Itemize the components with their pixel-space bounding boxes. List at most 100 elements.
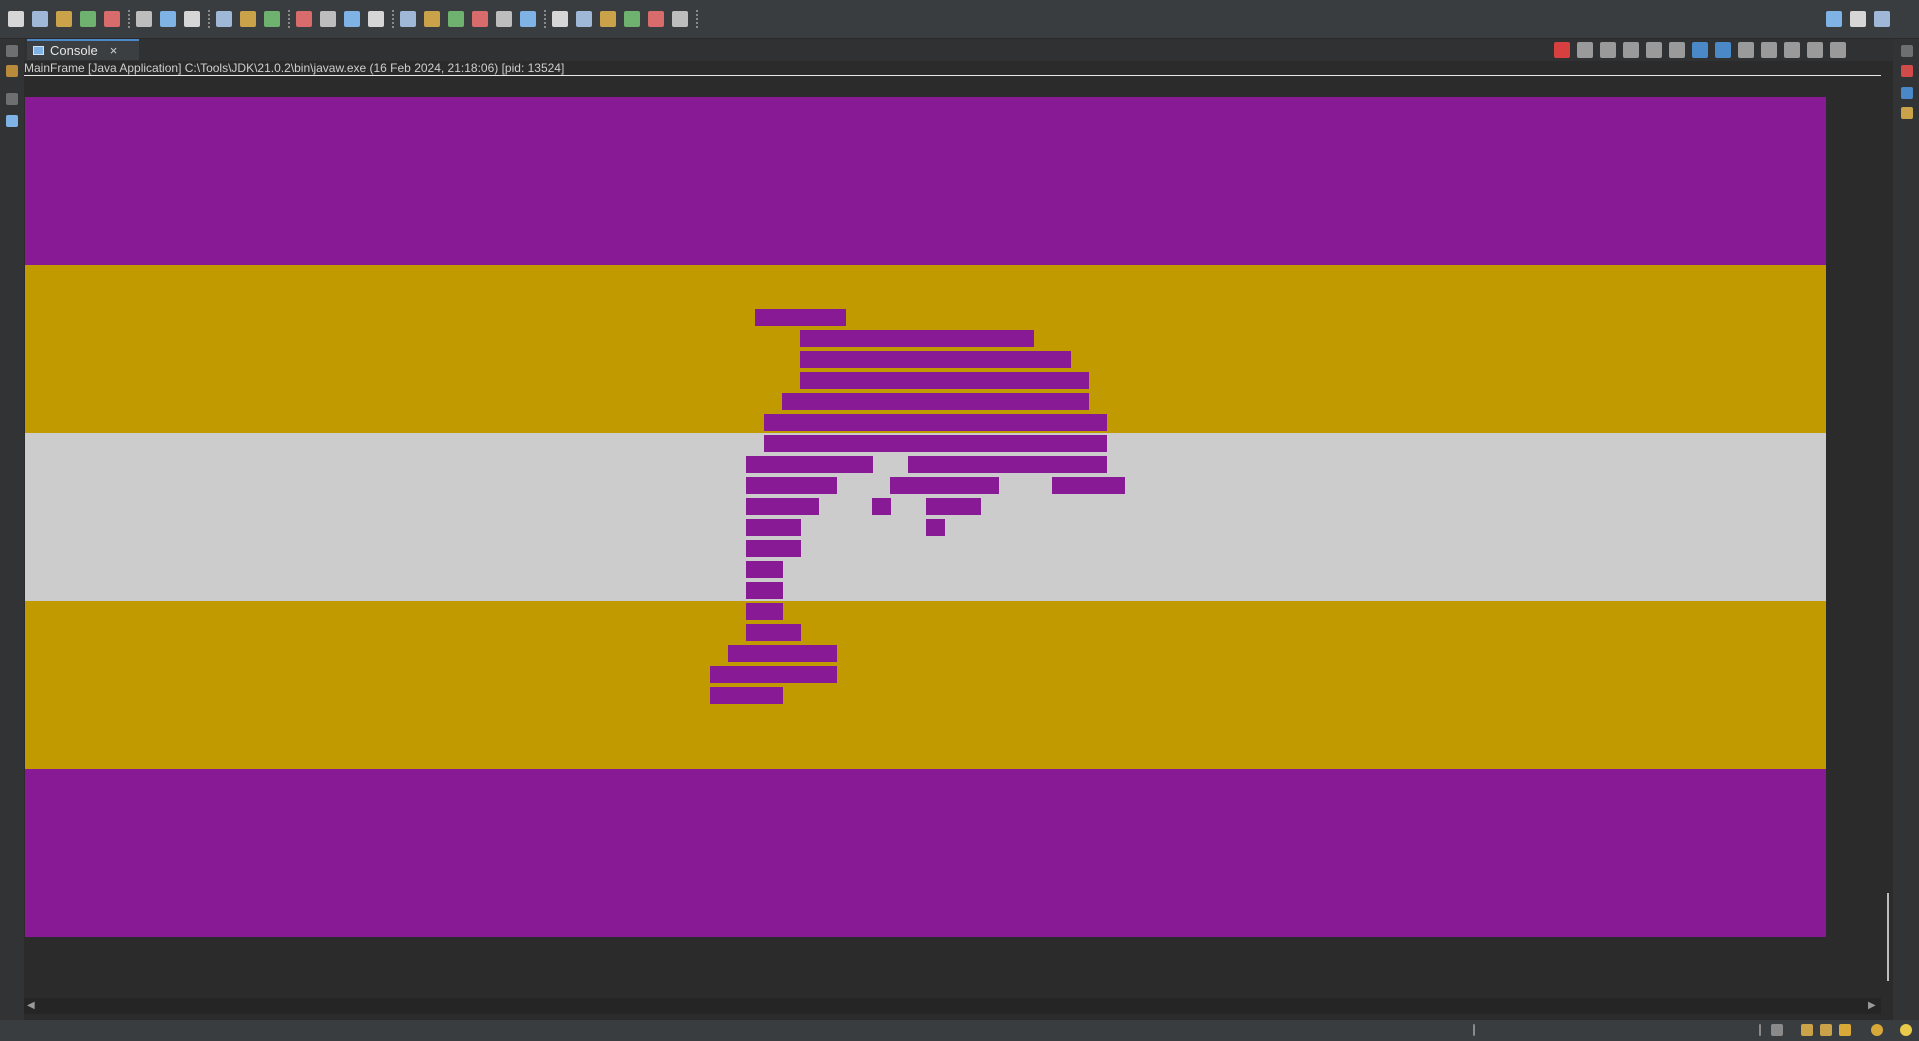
annotation-icon[interactable]: [424, 11, 440, 27]
figure-pixel-segment: [746, 582, 783, 599]
pin-console-icon[interactable]: [1738, 42, 1754, 58]
mark-icon[interactable]: [472, 11, 488, 27]
status-separator-icon: [1759, 1024, 1761, 1036]
status-separator-icon: [1473, 1024, 1475, 1036]
figure-pixel-segment: [926, 498, 981, 515]
new-icon[interactable]: [8, 11, 24, 27]
figure-pixel-segment: [764, 414, 1107, 431]
console-icon: [33, 46, 44, 55]
right-trim-bar: [1893, 39, 1919, 1024]
scroll-lock-icon[interactable]: [1623, 42, 1639, 58]
terminate-icon[interactable]: [1554, 42, 1570, 58]
forward-icon[interactable]: [648, 11, 664, 27]
next-annotation-icon[interactable]: [552, 11, 568, 27]
toggle-icon[interactable]: [496, 11, 512, 27]
save-all-icon[interactable]: [56, 11, 72, 27]
tab-console-label: Console: [50, 43, 98, 58]
maximize-icon[interactable]: [1830, 42, 1846, 58]
back-icon[interactable]: [624, 11, 640, 27]
prev-annotation-icon[interactable]: [576, 11, 592, 27]
quick-access-search-icon[interactable]: [1826, 11, 1842, 27]
process-label: MainFrame [Java Application] C:\Tools\JD…: [24, 61, 1881, 76]
display-console-icon[interactable]: [1761, 42, 1777, 58]
figure-pixel-segment: [746, 477, 837, 494]
javadoc-icon[interactable]: [1901, 87, 1913, 99]
figure-pixel-segment: [746, 624, 801, 641]
clear-console-icon[interactable]: [1669, 42, 1685, 58]
figure-pixel-segment: [1052, 477, 1125, 494]
open-resource-icon[interactable]: [368, 11, 384, 27]
show-stdout-icon[interactable]: [1692, 42, 1708, 58]
whitespace-icon[interactable]: [520, 11, 536, 27]
task-list-icon[interactable]: [6, 115, 18, 127]
last-edit-icon[interactable]: [600, 11, 616, 27]
figure-pixel-segment: [764, 435, 1107, 452]
toolbar-separator: [392, 10, 394, 28]
figure-pixel-segment: [746, 456, 873, 473]
remove-launch-icon[interactable]: [1577, 42, 1593, 58]
minimize-icon[interactable]: [1807, 42, 1823, 58]
book-icon[interactable]: [1801, 1024, 1813, 1036]
update-icon[interactable]: [1771, 1024, 1783, 1036]
folder-icon[interactable]: [1820, 1024, 1832, 1036]
restore-icon[interactable]: [1901, 45, 1913, 57]
toolbar-separator: [544, 10, 546, 28]
figure-pixel-segment: [710, 666, 837, 683]
open-type-icon[interactable]: [344, 11, 360, 27]
open-perspective-icon[interactable]: [1850, 11, 1866, 27]
coverage-icon[interactable]: [240, 11, 256, 27]
main-toolbar: [0, 0, 1919, 39]
show-stderr-icon[interactable]: [1715, 42, 1731, 58]
figure-pixel-segment: [746, 540, 801, 557]
redo-icon[interactable]: [104, 11, 120, 27]
close-icon[interactable]: ×: [110, 43, 118, 58]
undo-icon[interactable]: [80, 11, 96, 27]
scroll-right-icon[interactable]: ▶: [1868, 1000, 1876, 1011]
skip-breakpoints-icon[interactable]: [160, 11, 176, 27]
figure-pixel-segment: [800, 351, 1071, 368]
toolbar-separator: [696, 10, 698, 28]
console-view-tabbar: Console ×: [24, 39, 1893, 61]
figure-pixel-segment: [746, 519, 801, 536]
outline-icon[interactable]: [6, 93, 18, 105]
new-java-project-icon[interactable]: [296, 11, 312, 27]
figure-pixel-segment: [782, 393, 1089, 410]
edit-icon[interactable]: [448, 11, 464, 27]
figure-pixel-segment: [926, 519, 945, 536]
pencil-icon[interactable]: [1839, 1024, 1851, 1036]
remove-all-terminated-icon[interactable]: [1600, 42, 1616, 58]
toolbar-separator: [128, 10, 130, 28]
open-console-icon[interactable]: [1784, 42, 1800, 58]
tab-console[interactable]: Console ×: [27, 39, 139, 60]
declaration-icon[interactable]: [1901, 107, 1913, 119]
external-tools-icon[interactable]: [264, 11, 280, 27]
figure-pixel-segment: [800, 372, 1089, 389]
save-icon[interactable]: [32, 11, 48, 27]
figure-pixel-segment: [746, 498, 819, 515]
figure-pixel-segment: [872, 498, 891, 515]
figure-pixel-segment: [908, 456, 1107, 473]
problems-icon[interactable]: [1901, 65, 1913, 77]
toolbar-separator: [208, 10, 210, 28]
run-icon[interactable]: [216, 11, 232, 27]
package-explorer-icon[interactable]: [6, 65, 18, 77]
java-perspective-icon[interactable]: [1874, 11, 1890, 27]
search-icon[interactable]: [400, 11, 416, 27]
debug-icon[interactable]: [184, 11, 200, 27]
scroll-left-icon[interactable]: ◀: [27, 1000, 35, 1011]
gear-icon[interactable]: [1871, 1024, 1883, 1036]
restore-icon[interactable]: [6, 45, 18, 57]
word-wrap-icon[interactable]: [1646, 42, 1662, 58]
toolbar-separator: [288, 10, 290, 28]
new-class-icon[interactable]: [320, 11, 336, 27]
horizontal-scrollbar[interactable]: ◀ ▶: [24, 998, 1881, 1014]
left-trim-bar: [0, 39, 24, 1024]
terminal-icon[interactable]: [136, 11, 152, 27]
figure-pixel-segment: [728, 645, 837, 662]
app-flag-canvas: [25, 97, 1826, 937]
vertical-scrollbar-thumb[interactable]: [1887, 893, 1889, 981]
pin-icon[interactable]: [672, 11, 688, 27]
flag-stripe-gold-lower: [25, 601, 1826, 769]
figure-pixel-segment: [755, 309, 846, 326]
tip-bulb-icon[interactable]: [1900, 1024, 1912, 1036]
